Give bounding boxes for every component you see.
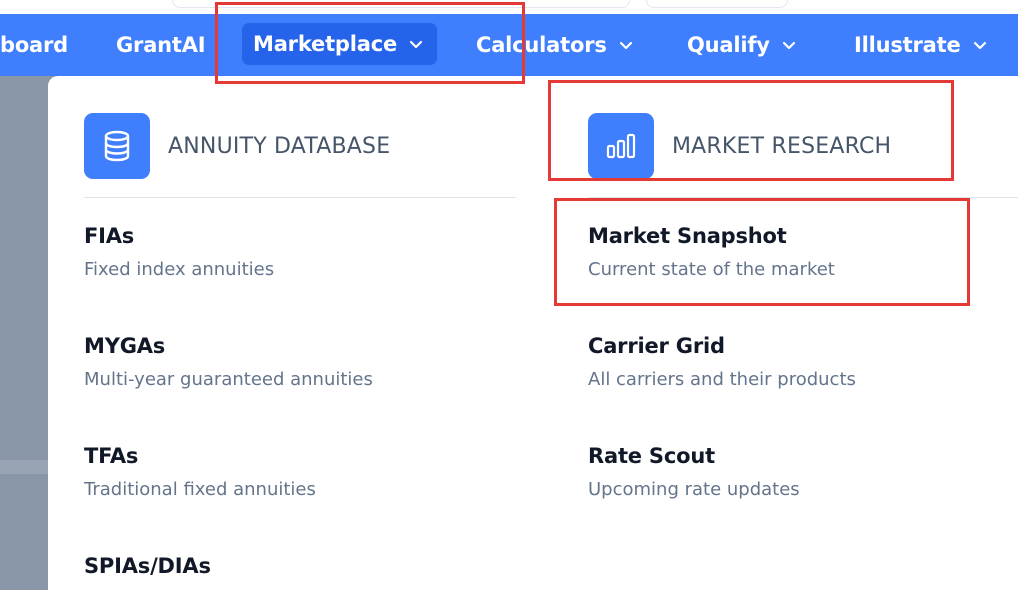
top-search-pill[interactable]: [172, 0, 630, 8]
menu-item-desc: Current state of the market: [588, 259, 835, 280]
menu-item-title: MYGAs: [84, 334, 166, 358]
chevron-down-icon: [973, 41, 986, 50]
menu-item-fias[interactable]: FIAs Fixed index annuities: [84, 224, 274, 280]
database-icon: [84, 113, 150, 179]
menu-item-mygas[interactable]: MYGAs Multi-year guaranteed annuities: [84, 334, 373, 390]
annuity-database-header: ANNUITY DATABASE: [84, 113, 390, 179]
section-divider: [84, 197, 516, 198]
backdrop-band: [0, 460, 48, 474]
menu-item-tfas[interactable]: TFAs Traditional fixed annuities: [84, 444, 316, 500]
marketplace-dropdown-panel: ANNUITY DATABASE FIAs Fixed index annuit…: [48, 76, 1018, 590]
nav-item-calculators[interactable]: Calculators: [476, 14, 633, 76]
page-backdrop: [0, 76, 48, 590]
nav-item-label: Qualify: [687, 33, 770, 57]
section-divider: [588, 197, 1018, 198]
menu-item-market-snapshot[interactable]: Market Snapshot Current state of the mar…: [588, 224, 835, 280]
section-title: ANNUITY DATABASE: [168, 133, 391, 159]
menu-item-title: Market Snapshot: [588, 224, 787, 248]
nav-item-grantai[interactable]: GrantAI: [116, 14, 206, 76]
menu-item-desc: All carriers and their products: [588, 369, 856, 390]
nav-item-label: GrantAI: [116, 33, 206, 57]
nav-item-dashboard[interactable]: board: [0, 14, 68, 76]
nav-item-label: Calculators: [476, 33, 607, 57]
nav-item-label: Illustrate: [854, 33, 961, 57]
nav-item-label: board: [0, 33, 69, 57]
top-action-pill[interactable]: [646, 0, 788, 8]
menu-item-title: TFAs: [84, 444, 139, 468]
menu-item-desc: Upcoming rate updates: [588, 479, 800, 500]
bar-chart-icon: [588, 113, 654, 179]
menu-item-title: FIAs: [84, 224, 135, 248]
menu-item-desc: Multi-year guaranteed annuities: [84, 369, 373, 390]
top-strip: [0, 0, 1018, 14]
nav-item-label: Marketplace: [253, 32, 398, 56]
nav-item-illustrate[interactable]: Illustrate: [854, 14, 987, 76]
market-research-header: MARKET RESEARCH: [588, 113, 891, 179]
menu-item-desc: Traditional fixed annuities: [84, 479, 316, 500]
section-title: MARKET RESEARCH: [672, 133, 892, 159]
menu-item-desc: Fixed index annuities: [84, 259, 275, 280]
menu-item-carrier-grid[interactable]: Carrier Grid All carriers and their prod…: [588, 334, 856, 390]
menu-item-spias-dias[interactable]: SPIAs/DIAs: [84, 554, 211, 578]
chevron-down-icon: [782, 41, 795, 50]
chevron-down-icon: [619, 41, 632, 50]
nav-item-qualify[interactable]: Qualify: [687, 14, 796, 76]
nav-item-marketplace[interactable]: Marketplace: [242, 23, 438, 65]
menu-item-title: Carrier Grid: [588, 334, 725, 358]
main-navbar: board GrantAI Marketplace Calculators Qu…: [0, 14, 1018, 76]
chevron-down-icon: [409, 40, 423, 49]
menu-item-rate-scout[interactable]: Rate Scout Upcoming rate updates: [588, 444, 800, 500]
menu-item-title: Rate Scout: [588, 444, 715, 468]
menu-item-title: SPIAs/DIAs: [84, 554, 211, 578]
